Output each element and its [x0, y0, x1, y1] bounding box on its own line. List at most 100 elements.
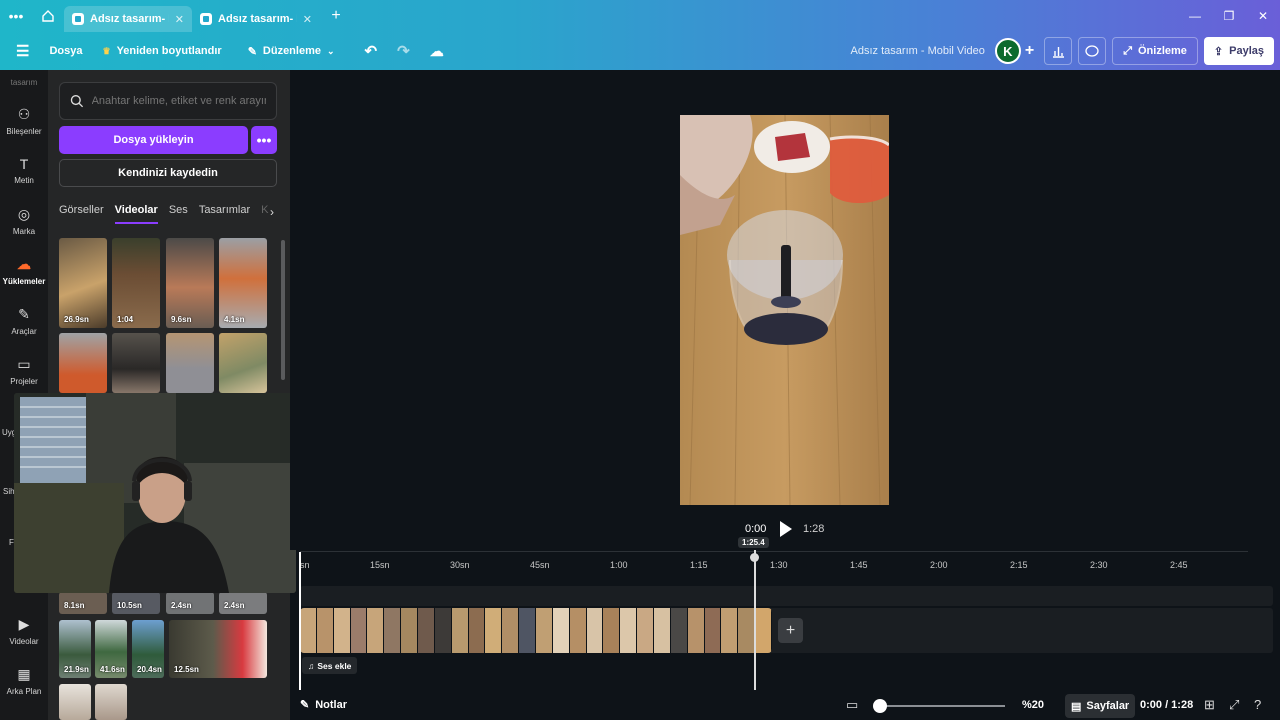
clip-frame[interactable] [485, 608, 503, 653]
video-thumbnail[interactable]: 20.4sn [132, 620, 164, 678]
home-icon[interactable] [32, 0, 64, 32]
tab-videos[interactable]: Videolar [114, 204, 158, 224]
add-clip-button[interactable]: + [778, 618, 803, 643]
video-thumbnail[interactable] [219, 333, 267, 393]
video-thumbnail[interactable]: 21.9sn [59, 620, 91, 678]
clip-frame[interactable] [552, 608, 570, 653]
browser-menu-icon[interactable]: ••• [0, 0, 32, 32]
video-page[interactable] [680, 115, 889, 505]
clip-frame[interactable] [586, 608, 604, 653]
video-thumbnail[interactable] [59, 333, 107, 393]
rail-item-text[interactable]: T Metin [0, 156, 48, 185]
video-thumbnail[interactable]: 2.4sn [166, 592, 214, 614]
video-thumbnail[interactable] [166, 333, 214, 393]
clip-frame[interactable] [654, 608, 671, 653]
clip-frame[interactable] [519, 608, 537, 653]
rail-item-elements[interactable]: ⚇ Bileşenler [0, 106, 48, 136]
rail-item-uploads[interactable]: ☁ Yüklemeler [0, 256, 48, 286]
video-thumbnail[interactable]: 12.5sn [169, 620, 267, 678]
rail-item-tools[interactable]: ✎ Araçlar [0, 306, 48, 336]
zoom-level[interactable]: %20 [1022, 699, 1044, 711]
clip-frame[interactable] [738, 608, 756, 653]
rail-item-background[interactable]: ▦ Arka Plan [0, 666, 48, 696]
chevron-right-icon[interactable]: › [270, 205, 274, 219]
restore-icon[interactable]: ❐ [1212, 9, 1246, 23]
rail-item-brand[interactable]: ◎ Marka [0, 206, 48, 236]
clip-frame[interactable] [620, 608, 638, 653]
clip-frame[interactable] [367, 608, 385, 653]
video-thumbnail[interactable] [59, 684, 91, 720]
share-button[interactable]: ⇪ Paylaş [1203, 37, 1274, 65]
more-options-button[interactable]: ••• [251, 126, 277, 154]
cloud-save-icon[interactable]: ☁ [420, 37, 454, 65]
clip-frame[interactable] [569, 608, 587, 653]
analytics-icon[interactable] [1044, 37, 1073, 65]
design-title[interactable]: Adsız tasarım - Mobil Video [851, 45, 985, 57]
clip-frame[interactable] [603, 608, 621, 653]
video-thumbnail[interactable]: 2.4sn [219, 592, 267, 614]
clip-frame[interactable] [333, 608, 351, 653]
video-thumbnail[interactable]: 10.5sn [112, 592, 160, 614]
video-thumbnail[interactable] [112, 333, 160, 393]
invite-plus-icon[interactable]: + [1021, 37, 1038, 65]
video-thumbnail[interactable]: 9.6sn [166, 238, 214, 328]
search-box[interactable] [59, 82, 277, 120]
browser-tab[interactable]: Adsız tasarım- Mob... ✕ [64, 6, 192, 32]
undo-icon[interactable]: ↶ [355, 37, 388, 65]
rail-item-videos[interactable]: ▶ Videolar [0, 616, 48, 646]
video-thumbnail[interactable] [95, 684, 127, 720]
new-tab-icon[interactable]: + [320, 0, 352, 32]
tab-more[interactable]: K [261, 204, 268, 224]
help-icon[interactable]: ? [1254, 697, 1261, 712]
clip-frame[interactable] [687, 608, 705, 653]
preview-button[interactable]: ⤢ Önizleme [1112, 37, 1198, 65]
clip-frame[interactable] [316, 608, 334, 653]
video-thumbnail[interactable]: 41.6sn [95, 620, 127, 678]
clip-frame[interactable] [755, 608, 772, 653]
fullscreen-icon[interactable]: ⤢ [1229, 697, 1239, 713]
clip-frame[interactable] [384, 608, 402, 653]
redo-icon[interactable]: ↷ [387, 37, 420, 65]
empty-track[interactable] [300, 586, 1273, 606]
minimize-icon[interactable]: — [1178, 9, 1212, 23]
edit-mode-button[interactable]: ✎ Düzenleme ⌄ [238, 37, 345, 65]
hamburger-menu-icon[interactable]: ☰ [6, 37, 39, 65]
tab-audio[interactable]: Ses [169, 204, 188, 224]
zoom-slider[interactable] [875, 705, 1005, 707]
clip-frame[interactable] [502, 608, 520, 653]
close-window-icon[interactable]: ✕ [1246, 9, 1280, 23]
video-thumbnail[interactable]: 26.9sn [59, 238, 107, 328]
avatar[interactable]: K [994, 38, 1021, 64]
timeline-view-icon[interactable]: ▭ [846, 697, 858, 713]
play-icon[interactable] [775, 518, 795, 540]
pages-button[interactable]: ▤ Sayfalar [1065, 694, 1136, 718]
clip-frame[interactable] [704, 608, 722, 653]
video-thumbnail[interactable]: 8.1sn [59, 592, 107, 614]
clip-frame[interactable] [721, 608, 739, 653]
upload-files-button[interactable]: Dosya yükleyin [59, 126, 248, 154]
clip-frame[interactable] [468, 608, 486, 653]
tab-designs[interactable]: Tasarımlar [199, 204, 250, 224]
file-menu-button[interactable]: Dosya [39, 37, 92, 65]
close-tab-icon[interactable]: ✕ [175, 13, 184, 26]
video-clips[interactable] [300, 608, 772, 653]
video-thumbnail[interactable]: 4.1sn [219, 238, 267, 328]
playhead[interactable] [754, 550, 756, 690]
clip-frame[interactable] [401, 608, 419, 653]
zoom-slider-handle[interactable] [873, 699, 887, 713]
resize-button[interactable]: ♛ Yeniden boyutlandır [92, 37, 231, 65]
clip-frame[interactable] [451, 608, 469, 653]
close-tab-icon[interactable]: ✕ [303, 13, 312, 26]
playhead-handle[interactable] [750, 553, 759, 562]
browser-tab[interactable]: Adsız tasarım- Mob... ✕ [192, 6, 320, 32]
clip-frame[interactable] [536, 608, 553, 653]
timeline-ruler[interactable]: sn 15sn 30sn 45sn 1:00 1:15 1:30 1:45 2:… [300, 552, 1248, 576]
grid-view-icon[interactable]: ⊞ [1204, 697, 1215, 713]
rail-item-projects[interactable]: ▭ Projeler [0, 356, 48, 386]
video-thumbnail[interactable]: 1:04 [112, 238, 160, 328]
tab-images[interactable]: Görseller [59, 204, 104, 224]
record-yourself-button[interactable]: Kendinizi kaydedin [59, 159, 277, 187]
clip-frame[interactable] [637, 608, 655, 653]
comment-icon[interactable] [1078, 37, 1107, 65]
clip-frame[interactable] [434, 608, 452, 653]
